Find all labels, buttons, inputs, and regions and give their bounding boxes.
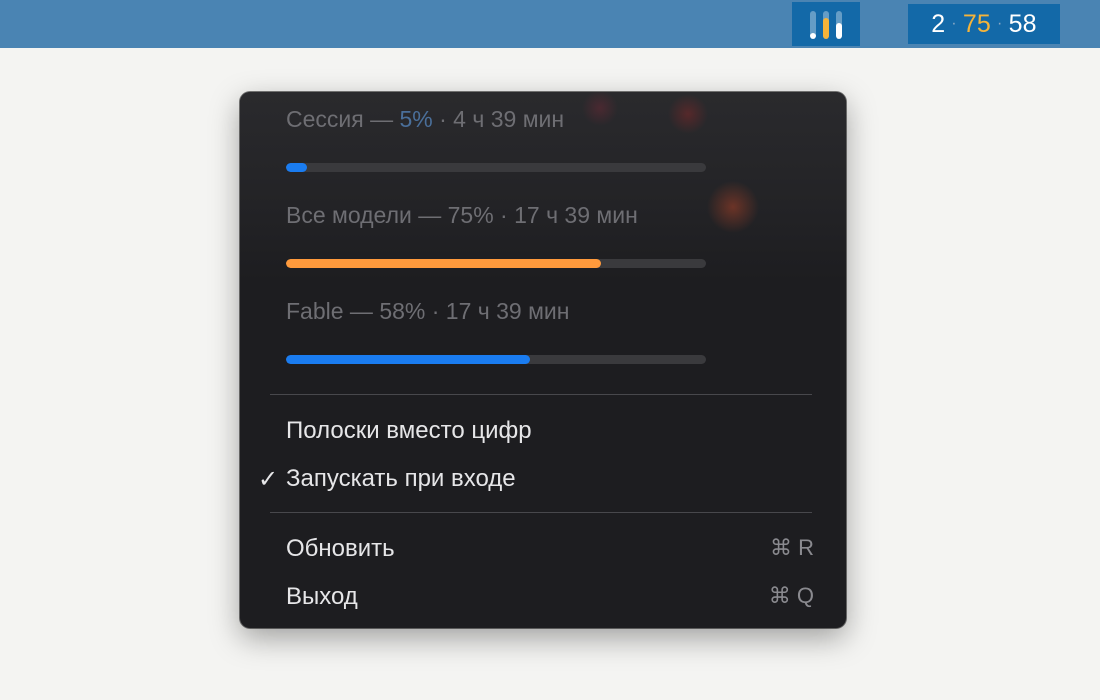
session-usage-progress-fill — [286, 163, 307, 172]
session-usage-label: Сессия — 5% · 4 ч 39 мин — [286, 106, 564, 133]
bars-instead-of-numbers-label: Полоски вместо цифр — [286, 417, 532, 444]
checkmark-icon: ✓ — [258, 466, 279, 493]
launch-at-login-label: Запускать при входе — [286, 465, 516, 492]
bars-instead-of-numbers-item[interactable]: Полоски вместо цифр — [286, 417, 814, 445]
quit-label: Выход — [286, 583, 358, 610]
all-models-usage-progress-bar — [286, 259, 706, 268]
usage-bars-status-item[interactable] — [792, 2, 860, 46]
usage-mini-bar-fill — [823, 18, 829, 39]
usage-numbers-status-item[interactable]: 2 · 75 · 58 — [908, 4, 1060, 44]
number-separator: · — [951, 15, 957, 32]
fable-percent-number: 58 — [1008, 9, 1037, 38]
refresh-item[interactable]: Обновить ⌘ R — [286, 535, 814, 563]
all-models-percent-number: 75 — [962, 9, 992, 38]
quit-item[interactable]: Выход ⌘ Q — [286, 583, 814, 611]
session-percent-number: 2 — [931, 9, 946, 38]
all-models-usage-progress-fill — [286, 259, 601, 268]
session-usage-progress-bar — [286, 163, 706, 172]
usage-mini-bar-fable — [836, 11, 842, 39]
all-models-usage-label: Все модели — 75% · 17 ч 39 мин — [286, 202, 638, 228]
refresh-label: Обновить — [286, 535, 395, 562]
usage-dropdown-menu: Сессия — 5% · 4 ч 39 мин Все модели — 75… — [240, 92, 846, 628]
usage-mini-bar-fill — [836, 22, 842, 39]
fable-usage-label: Fable — 58% · 17 ч 39 мин — [286, 298, 570, 324]
menu-separator — [270, 512, 812, 513]
refresh-shortcut: ⌘ R — [770, 535, 814, 560]
menu-bar: 2 · 75 · 58 — [0, 0, 1100, 48]
session-label-suffix: · 4 ч 39 мин — [432, 106, 565, 132]
fable-usage-progress-fill — [286, 355, 530, 364]
session-percent: 5% — [399, 106, 433, 132]
menu-separator — [270, 394, 812, 395]
launch-at-login-item[interactable]: Запускать при входе — [286, 465, 814, 493]
quit-shortcut: ⌘ Q — [768, 583, 814, 608]
session-label-prefix: Сессия — — [286, 106, 400, 132]
number-separator: · — [997, 15, 1003, 32]
usage-mini-bar-fill — [810, 33, 816, 39]
usage-mini-bar-session — [810, 11, 816, 39]
fable-usage-progress-bar — [286, 355, 706, 364]
usage-mini-bar-all-models — [823, 11, 829, 39]
